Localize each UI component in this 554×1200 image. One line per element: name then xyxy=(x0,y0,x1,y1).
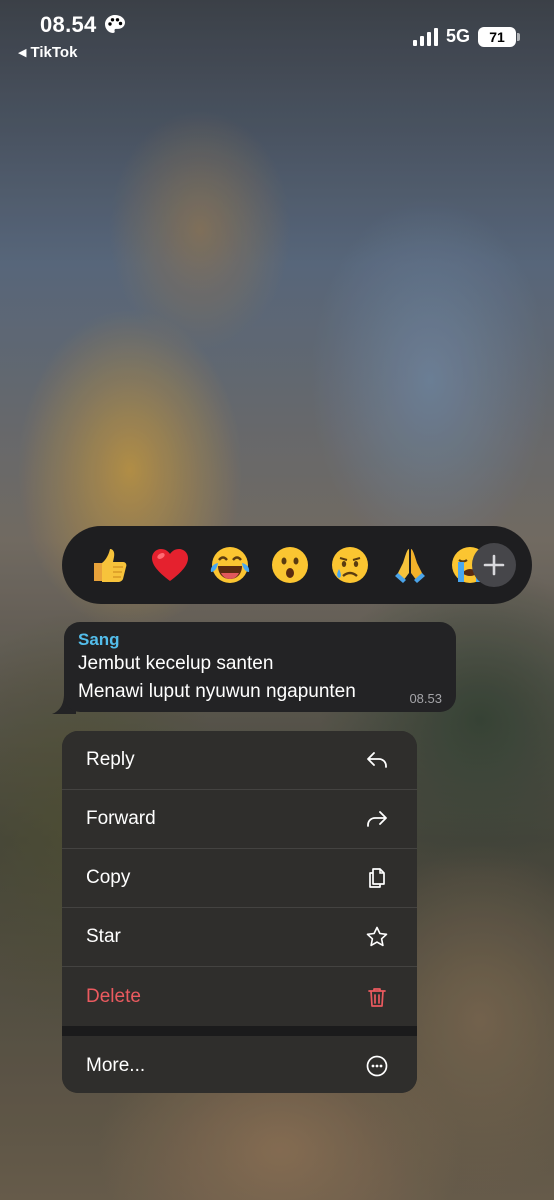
menu-item-label: Forward xyxy=(86,808,156,829)
star-icon xyxy=(366,926,388,947)
reaction-crying[interactable] xyxy=(320,535,380,595)
reaction-surprised[interactable] xyxy=(260,535,320,595)
reaction-pray[interactable] xyxy=(380,535,440,595)
message-timestamp: 08.53 xyxy=(409,691,442,706)
message-bubble[interactable]: Sang Jembut kecelup santen Menawi luput … xyxy=(64,622,456,712)
menu-item-label: Reply xyxy=(86,749,135,770)
reaction-thumbs-up[interactable] xyxy=(80,535,140,595)
thumbs-up-icon xyxy=(94,549,127,582)
menu-item-label: Delete xyxy=(86,985,141,1007)
cellular-signal-icon xyxy=(412,27,438,46)
status-indicators: 5G 71 xyxy=(412,26,520,47)
heart-icon xyxy=(152,549,188,581)
battery-icon: 71 xyxy=(478,26,520,47)
back-to-app-link[interactable]: ◀ TikTok xyxy=(18,44,77,61)
plus-icon xyxy=(483,554,505,576)
ellipsis-circle-icon xyxy=(366,1055,388,1076)
trash-icon xyxy=(368,987,386,1007)
menu-item-label: Copy xyxy=(86,867,131,888)
forward-icon xyxy=(367,811,387,827)
copy-icon xyxy=(369,868,385,888)
reaction-heart[interactable] xyxy=(140,535,200,595)
network-type: 5G xyxy=(445,26,470,46)
crying-face-icon xyxy=(332,547,368,583)
more-reactions-button[interactable] xyxy=(472,543,516,587)
message-line: Menawi luput nyuwun ngapunten xyxy=(78,681,356,702)
menu-group-more: More... xyxy=(62,1036,417,1093)
menu-item-reply[interactable]: Reply xyxy=(62,731,417,790)
back-app-label: TikTok xyxy=(30,44,78,61)
menu-item-label: Star xyxy=(86,926,121,947)
message-line: Jembut kecelup santen xyxy=(78,653,274,674)
clock: 08.54 xyxy=(40,12,97,37)
menu-item-copy[interactable]: Copy xyxy=(62,849,417,908)
reaction-bar xyxy=(62,526,532,604)
palette-icon xyxy=(104,15,125,33)
menu-item-forward[interactable]: Forward xyxy=(62,790,417,849)
surprised-face-icon xyxy=(272,547,308,583)
menu-item-more[interactable]: More... xyxy=(62,1036,417,1093)
menu-group-actions: Reply Forward Copy Star Delete xyxy=(62,731,417,1026)
menu-separator xyxy=(62,1026,417,1036)
message-context-menu: Reply Forward Copy Star Delete More... xyxy=(62,731,417,1093)
menu-item-label: More... xyxy=(86,1054,146,1076)
reply-icon xyxy=(367,752,387,768)
status-bar-time: 08.54 xyxy=(40,12,127,38)
battery-level: 71 xyxy=(489,28,505,45)
reaction-laughing[interactable] xyxy=(200,535,260,595)
menu-item-star[interactable]: Star xyxy=(62,908,417,967)
folded-hands-icon xyxy=(395,549,425,583)
message-sender: Sang xyxy=(78,630,120,649)
back-triangle-icon: ◀ xyxy=(18,47,27,59)
tears-of-joy-icon xyxy=(210,547,250,583)
menu-item-delete[interactable]: Delete xyxy=(62,967,417,1026)
